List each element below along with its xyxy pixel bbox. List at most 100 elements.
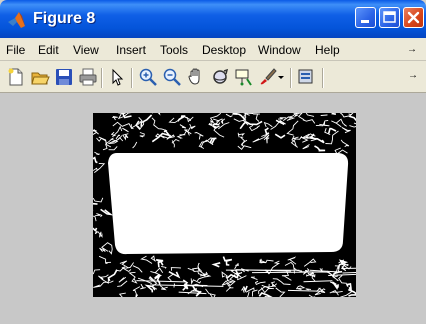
toolbar-overflow-icon[interactable]: → bbox=[408, 69, 418, 83]
edge-stroke bbox=[349, 122, 356, 128]
data-cursor-button[interactable] bbox=[234, 67, 254, 87]
edge-stroke bbox=[248, 124, 261, 132]
edge-stroke bbox=[242, 285, 248, 293]
edge-stroke bbox=[112, 121, 138, 129]
window-title: Figure 8 bbox=[33, 10, 96, 27]
edge-stroke bbox=[112, 115, 118, 121]
edge-stroke bbox=[93, 202, 98, 211]
edge-stroke bbox=[179, 129, 192, 136]
edge-stroke bbox=[184, 116, 194, 123]
edge-stroke bbox=[194, 132, 204, 140]
edge-stroke bbox=[196, 273, 212, 282]
zoom-out-button[interactable] bbox=[162, 67, 182, 87]
menu-overflow-icon[interactable]: → bbox=[407, 43, 417, 57]
minimize-icon bbox=[361, 20, 369, 23]
edge-stroke bbox=[303, 258, 317, 267]
link-plot-button[interactable] bbox=[296, 67, 316, 87]
edge-stroke bbox=[187, 123, 196, 136]
edge-stroke bbox=[260, 284, 270, 294]
edge-map-svg bbox=[93, 113, 356, 297]
save-icon bbox=[56, 69, 72, 85]
edge-stroke bbox=[178, 291, 207, 295]
edge-stroke bbox=[198, 137, 212, 150]
edge-stroke bbox=[308, 294, 316, 297]
edge-stroke bbox=[132, 265, 143, 273]
edge-stroke bbox=[254, 280, 266, 285]
edge-stroke bbox=[205, 288, 216, 297]
menu-tools[interactable]: Tools bbox=[160, 43, 188, 57]
edge-stroke bbox=[308, 133, 325, 144]
edge-stroke bbox=[140, 284, 146, 290]
edge-stroke bbox=[335, 118, 347, 127]
new-figure-button[interactable] bbox=[6, 67, 26, 87]
edge-stroke bbox=[302, 144, 310, 150]
edge-stroke bbox=[250, 276, 258, 281]
edge-stroke bbox=[179, 124, 187, 129]
edge-stroke bbox=[93, 269, 101, 275]
edge-stroke bbox=[151, 129, 172, 143]
brush-button[interactable] bbox=[258, 67, 278, 87]
edge-stroke bbox=[137, 277, 152, 286]
bright-region bbox=[108, 153, 349, 255]
edge-map-image[interactable] bbox=[93, 113, 356, 297]
edge-stroke bbox=[340, 139, 350, 148]
edge-stroke bbox=[236, 275, 247, 281]
edge-stroke bbox=[225, 113, 233, 118]
edge-stroke bbox=[144, 284, 156, 293]
menu-edit[interactable]: Edit bbox=[38, 43, 59, 57]
edge-stroke bbox=[93, 156, 98, 164]
edge-stroke bbox=[94, 162, 106, 173]
edge-stroke bbox=[113, 125, 123, 136]
edge-stroke bbox=[239, 136, 246, 145]
edge-stroke bbox=[93, 227, 98, 232]
edge-stroke bbox=[251, 289, 258, 297]
edge-stroke bbox=[202, 271, 208, 275]
edge-stroke bbox=[98, 231, 102, 238]
print-button[interactable] bbox=[78, 67, 98, 87]
edge-stroke bbox=[222, 256, 233, 266]
menu-desktop[interactable]: Desktop bbox=[202, 43, 246, 57]
zoom-in-button[interactable] bbox=[138, 67, 158, 87]
edge-stroke bbox=[151, 117, 168, 132]
save-button[interactable] bbox=[54, 67, 74, 87]
edge-stroke bbox=[118, 113, 126, 115]
close-button[interactable] bbox=[403, 7, 424, 28]
edge-stroke bbox=[341, 126, 351, 134]
edge-stroke bbox=[274, 133, 286, 139]
zoom-out-icon bbox=[163, 68, 181, 86]
edge-stroke bbox=[118, 276, 127, 283]
menu-help[interactable]: Help bbox=[315, 43, 340, 57]
edge-stroke bbox=[150, 255, 157, 262]
maximize-button[interactable] bbox=[379, 7, 400, 28]
edge-stroke bbox=[211, 262, 221, 268]
brush-icon bbox=[260, 68, 277, 85]
brush-dropdown-button[interactable] bbox=[276, 67, 286, 87]
edge-stroke bbox=[338, 275, 347, 284]
minimize-button[interactable] bbox=[355, 7, 376, 28]
menu-window[interactable]: Window bbox=[258, 43, 301, 57]
edge-stroke bbox=[100, 208, 114, 216]
chevron-down-icon bbox=[278, 76, 284, 79]
edge-stroke bbox=[154, 267, 164, 274]
edge-stroke bbox=[331, 113, 337, 115]
edge-stroke bbox=[117, 280, 128, 287]
edge-stroke bbox=[270, 281, 277, 288]
pan-button[interactable] bbox=[186, 67, 206, 87]
edge-stroke bbox=[314, 145, 326, 152]
open-file-button[interactable] bbox=[30, 67, 50, 87]
edge-stroke bbox=[93, 197, 104, 203]
edge-stroke bbox=[135, 294, 138, 297]
menu-file[interactable]: File bbox=[6, 43, 25, 57]
edge-stroke bbox=[107, 269, 118, 282]
title-bar[interactable]: Figure 8 bbox=[0, 0, 426, 38]
rotate-3d-button[interactable] bbox=[210, 67, 230, 87]
edge-stroke bbox=[286, 120, 299, 136]
menu-view[interactable]: View bbox=[73, 43, 99, 57]
rotate-3d-icon bbox=[213, 68, 229, 84]
menu-insert[interactable]: Insert bbox=[116, 43, 146, 57]
edge-stroke bbox=[218, 122, 230, 130]
edge-stroke bbox=[295, 285, 306, 290]
edit-plot-button[interactable] bbox=[107, 67, 127, 87]
edge-stroke bbox=[237, 145, 252, 150]
open-file-icon bbox=[31, 72, 50, 85]
